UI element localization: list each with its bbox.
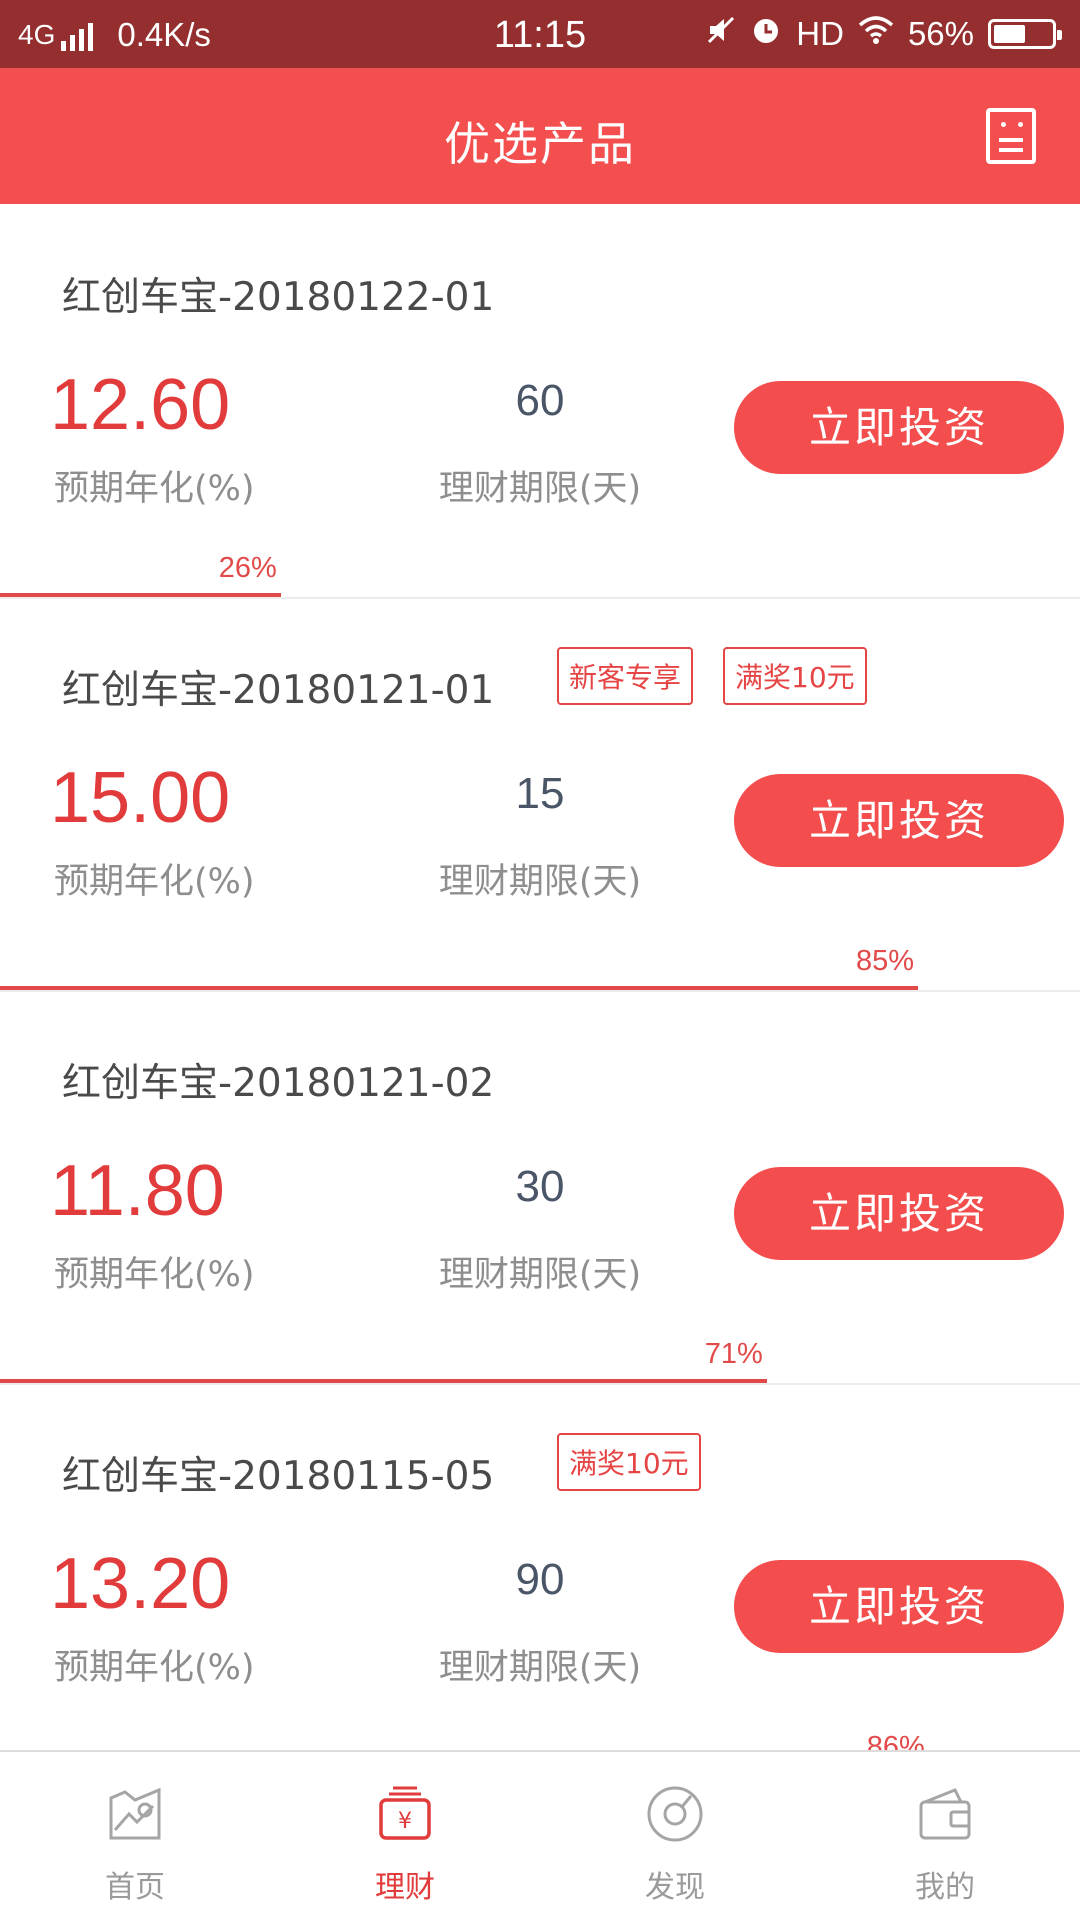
product-name: 红创车宝-20180122-01 (62, 275, 495, 320)
expected-rate-value: 13.20 (50, 1544, 231, 1624)
promo-tag: 满奖10元 (723, 647, 867, 705)
purse-icon (919, 1788, 971, 1840)
term-days-value: 60 (515, 376, 565, 425)
tab-label: 我的 (915, 1870, 975, 1905)
invest-now-button[interactable]: 立即投资 (734, 1167, 1064, 1260)
expected-rate-value: 11.80 (50, 1151, 225, 1231)
product-card[interactable]: 红创车宝-20180115-05 满奖10元 13.20 预期年化(%) 90 理财期限(… (0, 1385, 1080, 1778)
expected-rate-label: 预期年化(%) (54, 1648, 255, 1688)
invest-now-button[interactable]: 立即投资 (734, 381, 1064, 474)
product-card[interactable]: 红创车宝-20180121-02 11.80 预期年化(%) 30 理财期限(天) 立即投… (0, 992, 1080, 1385)
mute-icon (706, 15, 736, 53)
term-days-label: 理财期限(天) (438, 1648, 642, 1688)
term-days-value: 15 (515, 769, 565, 818)
term-days-value: 30 (515, 1162, 565, 1211)
status-right: HD 56% (692, 14, 1062, 54)
progress-percent: 85% (855, 945, 914, 977)
progress-percent: 71% (704, 1338, 763, 1370)
term-days-value: 90 (515, 1555, 565, 1604)
progress-fill (0, 1379, 767, 1383)
battery-percent: 56% (907, 15, 974, 52)
progress-bar (0, 593, 1080, 597)
product-list: 红创车宝-20180122-01 12.60 预期年化(%) 60 理财期限(天) 立即投… (0, 206, 1080, 1778)
progress-percent: 26% (218, 552, 277, 584)
promo-tag: 满奖10元 (557, 1433, 701, 1491)
bottom-tab-bar: 首页 ¥ 理财 发现 我的 (0, 1750, 1080, 1920)
term-days-label: 理财期限(天) (438, 862, 642, 902)
product-tags: 新客专享 满奖10元 (557, 647, 897, 705)
list-menu-icon[interactable] (986, 108, 1036, 164)
product-name: 红创车宝-20180115-05 (62, 1454, 495, 1499)
tab-mine[interactable]: 我的 (810, 1752, 1080, 1922)
battery-fill (994, 25, 1026, 43)
tab-discover[interactable]: 发现 (540, 1752, 810, 1922)
product-name: 红创车宝-20180121-02 (62, 1061, 495, 1106)
progress-bar (0, 986, 1080, 990)
promo-tag: 新客专享 (557, 647, 694, 705)
battery-icon (988, 19, 1062, 49)
page-title: 优选产品 (444, 117, 636, 171)
tab-label: 理财 (375, 1870, 435, 1905)
term-days-label: 理财期限(天) (438, 1255, 642, 1295)
wallet-yen-icon: ¥ (379, 1786, 431, 1840)
tab-label: 首页 (105, 1870, 165, 1905)
alarm-icon (750, 14, 782, 54)
tab-home[interactable]: 首页 (0, 1752, 270, 1922)
tab-finance[interactable]: ¥ 理财 (270, 1752, 540, 1922)
progress-fill (0, 593, 281, 597)
expected-rate-value: 12.60 (50, 365, 231, 445)
compass-icon (647, 1786, 703, 1842)
progress-bar (0, 1379, 1080, 1383)
product-name: 红创车宝-20180121-01 (62, 668, 495, 713)
hd-label: HD (796, 15, 844, 52)
product-card[interactable]: 红创车宝-20180121-01 新客专享 满奖10元 15.00 预期年化(%) 15 理… (0, 599, 1080, 992)
expected-rate-value: 15.00 (50, 758, 231, 838)
product-card[interactable]: 红创车宝-20180122-01 12.60 预期年化(%) 60 理财期限(天) 立即投… (0, 206, 1080, 599)
expected-rate-label: 预期年化(%) (54, 862, 255, 902)
expected-rate-label: 预期年化(%) (54, 469, 255, 509)
wifi-icon (858, 15, 894, 53)
app-header: 优选产品 (0, 68, 1080, 204)
invest-now-button[interactable]: 立即投资 (734, 1560, 1064, 1653)
expected-rate-label: 预期年化(%) (54, 1255, 255, 1295)
home-chart-icon (109, 1787, 161, 1840)
svg-text:¥: ¥ (398, 1809, 412, 1834)
term-days-label: 理财期限(天) (438, 469, 642, 509)
invest-now-button[interactable]: 立即投资 (734, 774, 1064, 867)
tab-label: 发现 (645, 1870, 705, 1905)
product-tags: 满奖10元 (557, 1433, 731, 1491)
status-bar: 4G 0.4K/s 11:15 HD 56% (0, 0, 1080, 68)
progress-fill (0, 986, 918, 990)
